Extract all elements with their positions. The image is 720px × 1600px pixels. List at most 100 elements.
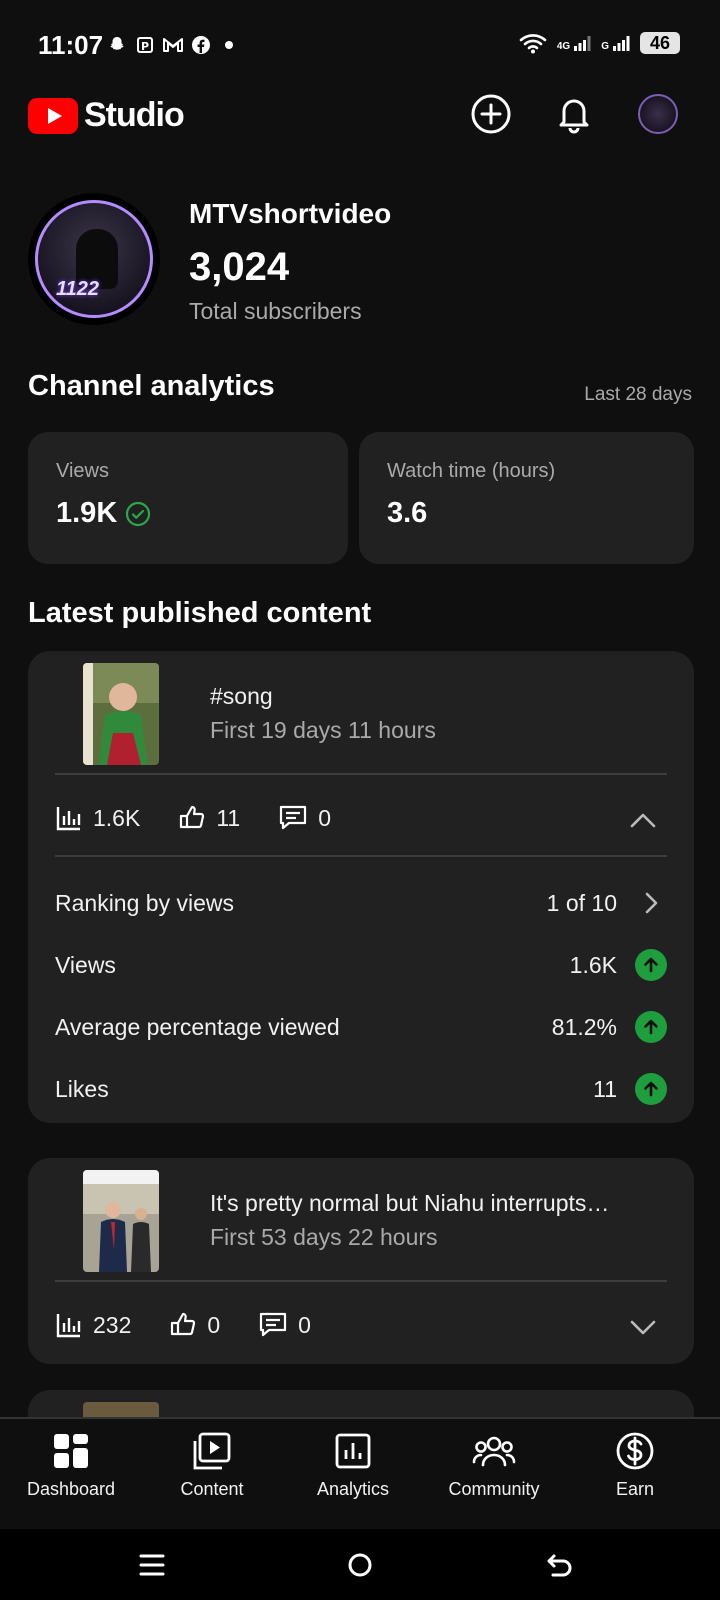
- dashboard-icon: [49, 1429, 93, 1473]
- comment-icon: [260, 1312, 287, 1337]
- analytics-range: Last 28 days: [584, 384, 692, 405]
- comments-count: 0: [318, 804, 332, 831]
- avatar-badge: 1122: [56, 278, 100, 300]
- status-bar: 11:07 P 4G G 46: [0, 0, 720, 80]
- subscriber-count: 3,024: [189, 245, 290, 289]
- nav-label: Dashboard: [26, 1479, 116, 1499]
- gmail-icon: [162, 34, 184, 56]
- nav-dashboard[interactable]: Dashboard: [6, 1429, 136, 1500]
- app-icon-p: P: [134, 34, 156, 56]
- signal-g-icon: G: [601, 34, 630, 52]
- nav-community[interactable]: Community: [429, 1429, 559, 1500]
- chevron-down-icon: [630, 1320, 656, 1335]
- chevron-up-icon: [630, 813, 656, 828]
- likes-count: 0: [207, 1311, 221, 1338]
- nav-label: Earn: [615, 1479, 655, 1499]
- detail-value: 81.2%: [551, 1013, 617, 1040]
- nav-label: Analytics: [316, 1479, 390, 1499]
- nav-earn[interactable]: Earn: [570, 1429, 700, 1500]
- detail-label: Ranking by views: [55, 889, 234, 916]
- divider: [55, 855, 667, 857]
- trend-up-icon: [635, 1011, 667, 1043]
- analytics-icon: [331, 1429, 375, 1473]
- views-count: 232: [93, 1311, 132, 1338]
- video-age: First 19 days 11 hours: [210, 717, 436, 743]
- plus-circle-icon: [471, 94, 511, 134]
- notifications-button[interactable]: [552, 92, 596, 136]
- watch-time-card[interactable]: Watch time (hours) 3.6: [359, 432, 694, 564]
- thumbs-up-icon: [171, 1312, 196, 1336]
- trend-up-icon: [635, 1073, 667, 1105]
- snapchat-icon: [106, 34, 128, 56]
- latest-content-title: Latest published content: [28, 597, 372, 629]
- nav-content[interactable]: Content: [147, 1429, 277, 1500]
- network-type-2: G: [601, 41, 609, 52]
- bar-chart-icon: [56, 1314, 81, 1338]
- content-card-3[interactable]: [28, 1390, 694, 1417]
- home-circle-icon: [348, 1553, 372, 1577]
- channel-name: MTVshortvideo: [189, 198, 392, 229]
- facebook-icon: [190, 34, 212, 56]
- views-count: 1.6K: [93, 804, 141, 831]
- back-button[interactable]: [540, 1547, 580, 1583]
- content-icon: [190, 1429, 234, 1473]
- content-card-1[interactable]: #song First 19 days 11 hours 1.6K 11 0 R…: [28, 651, 694, 1123]
- video-thumbnail[interactable]: [83, 663, 159, 765]
- comment-icon: [280, 805, 307, 830]
- video-title[interactable]: It's pretty normal but Niahu interrupts…: [210, 1190, 609, 1217]
- content-card-2[interactable]: It's pretty normal but Niahu interrupts……: [28, 1158, 694, 1364]
- detail-value: 1.6K: [569, 951, 617, 978]
- video-thumbnail[interactable]: [83, 1402, 159, 1417]
- status-time: 11:07: [38, 30, 104, 60]
- account-avatar[interactable]: [638, 94, 678, 134]
- comments-metric: 0: [258, 1311, 311, 1339]
- views-detail-row: Views 1.6K: [55, 945, 667, 985]
- bottom-nav: Dashboard Content Analytics Community Ea…: [0, 1417, 720, 1529]
- divider: [55, 773, 667, 775]
- trend-up-icon: [635, 949, 667, 981]
- bar-chart-icon: [56, 807, 81, 831]
- analytics-title: Channel analytics: [28, 370, 275, 402]
- likes-count: 11: [216, 804, 241, 831]
- nav-analytics[interactable]: Analytics: [288, 1429, 418, 1500]
- metrics-row: 232 0 0: [55, 1305, 667, 1345]
- video-age: First 53 days 22 hours: [210, 1224, 438, 1250]
- dot-indicator-icon: [218, 34, 240, 56]
- detail-label: Views: [55, 951, 116, 978]
- expand-button[interactable]: [627, 1311, 659, 1343]
- earn-icon: [613, 1429, 657, 1473]
- views-card[interactable]: Views 1.9K: [28, 432, 348, 564]
- create-button[interactable]: [469, 92, 513, 136]
- likes-metric: 0: [169, 1311, 220, 1339]
- menu-icon: [139, 1554, 165, 1576]
- collapse-button[interactable]: [627, 804, 659, 836]
- divider: [55, 1280, 667, 1282]
- check-circle-icon: [126, 501, 151, 526]
- detail-label: Likes: [55, 1075, 109, 1102]
- wifi-icon: [519, 34, 547, 54]
- battery-indicator: 46: [640, 32, 680, 54]
- back-icon: [547, 1554, 572, 1577]
- comments-metric: 0: [278, 804, 331, 832]
- nav-label: Community: [448, 1479, 540, 1499]
- notification-icons: P: [106, 34, 240, 56]
- watch-time-value-row: 3.6: [387, 497, 666, 530]
- app-name: Studio: [84, 96, 185, 134]
- recents-button[interactable]: [132, 1547, 172, 1583]
- studio-logo[interactable]: Studio: [28, 96, 185, 135]
- video-title[interactable]: #song: [210, 683, 273, 710]
- watch-time-label: Watch time (hours): [387, 460, 556, 482]
- channel-avatar[interactable]: 1122: [28, 193, 160, 325]
- home-button[interactable]: [340, 1547, 380, 1583]
- svg-text:P: P: [141, 40, 149, 53]
- status-right: 4G G 46: [519, 32, 680, 54]
- app-header: Studio: [0, 80, 720, 150]
- video-thumbnail[interactable]: [83, 1170, 159, 1272]
- detail-value: 11: [593, 1075, 617, 1102]
- ranking-row[interactable]: Ranking by views 1 of 10: [55, 883, 667, 923]
- network-type-1: 4G: [556, 41, 571, 52]
- views-value: 1.9K: [56, 497, 118, 529]
- thumbs-up-icon: [180, 805, 205, 829]
- nav-label: Content: [180, 1479, 244, 1499]
- community-icon: [472, 1429, 516, 1473]
